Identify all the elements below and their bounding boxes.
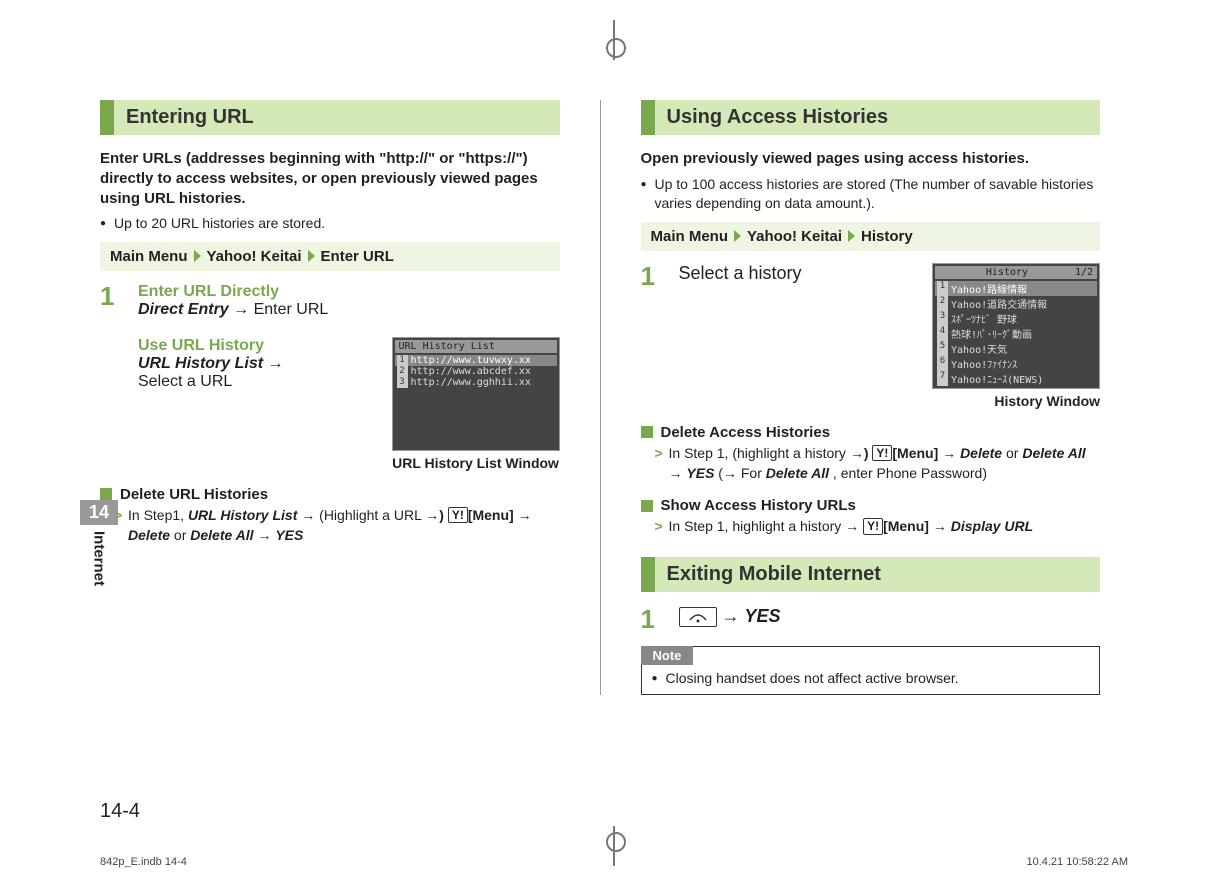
step-exit: 1 → YES [641, 606, 1101, 632]
print-footer: 842p_E.indb 14-4 10.4.21 10:58:22 AM [100, 856, 1128, 868]
arrow-icon [734, 230, 741, 242]
step-number: 1 [641, 263, 665, 410]
square-bullet-icon [641, 426, 653, 438]
column-separator [600, 100, 601, 695]
arrow-icon [308, 250, 315, 262]
substep-show-urls: In Step 1, highlight a history → Y![Menu… [641, 516, 1101, 536]
note-box: Note Closing handset does not affect act… [641, 646, 1101, 696]
phone-title: History [986, 267, 1028, 278]
step-number: 1 [641, 606, 665, 632]
phone-row: Yahoo!道路交通情報 [951, 296, 1047, 311]
section-heading-access-histories: Using Access Histories [641, 100, 1101, 135]
direct-entry-label: Direct Entry [138, 301, 229, 318]
phone-row: Yahoo!ﾌｧｲﾅﾝｽ [951, 356, 1017, 371]
phone-screenshot-history: History 1/2 1Yahoo!路線情報 2Yahoo!道路交通情報 3ｽ… [932, 263, 1100, 389]
arrow-icon [194, 250, 201, 262]
subsection-show-history-urls: Show Access History URLs [641, 497, 1101, 514]
note-bullet: Up to 20 URL histories are stored. [100, 214, 560, 234]
subhead-enter-directly: Enter URL Directly [138, 283, 560, 301]
subhead-use-history: Use URL History [138, 337, 382, 355]
subsection-delete-url-histories: Delete URL Histories [100, 486, 560, 503]
screenshot-caption: History Window [932, 393, 1100, 410]
note-label: Note [641, 646, 694, 665]
menu-path: Main Menu Yahoo! Keitai History [641, 222, 1101, 251]
phone-row: http://www.abcdef.xx [411, 366, 531, 377]
menu-path: Main Menu Yahoo! Keitai Enter URL [100, 242, 560, 271]
square-bullet-icon [100, 488, 112, 500]
phone-row: Yahoo!天気 [951, 341, 1007, 356]
square-bullet-icon [641, 500, 653, 512]
substep-delete-histories: In Step 1, (highlight a history →) Y![Me… [641, 443, 1101, 484]
menu-path-1: Yahoo! Keitai [207, 248, 302, 265]
menu-key-icon: Y! [448, 507, 468, 523]
phone-screenshot-url-history: URL History List 1http://www.tuvwxy.xx 2… [392, 337, 560, 451]
phone-title: URL History List [399, 341, 495, 352]
arrow-icon: → [233, 301, 249, 319]
menu-root: Main Menu [110, 248, 188, 265]
footer-left: 842p_E.indb 14-4 [100, 856, 187, 868]
intro-text: Open previously viewed pages using acces… [641, 149, 1101, 169]
phone-row: http://www.gghhii.xx [411, 377, 531, 388]
screenshot-caption: URL History List Window [392, 455, 560, 472]
step-number: 1 [100, 283, 124, 472]
enter-url-text: Enter URL [254, 301, 329, 318]
note-text: Closing handset does not affect active b… [652, 669, 1090, 689]
phone-row: ｽﾎﾟｰﾂﾅﾋﾞ 野球 [951, 311, 1017, 326]
substep-delete-url: In Step1, URL History List → (Highlight … [100, 505, 560, 546]
menu-key-icon: Y! [863, 518, 883, 534]
phone-page-indicator: 1/2 [1075, 267, 1093, 278]
menu-path-2: Enter URL [321, 248, 394, 265]
phone-row: http://www.tuvwxy.xx [411, 355, 531, 366]
end-call-key-icon [679, 607, 717, 627]
select-history-text: Select a history [679, 263, 923, 284]
footer-right: 10.4.21 10:58:22 AM [1026, 856, 1128, 868]
note-bullet: Up to 100 access histories are stored (T… [641, 175, 1101, 214]
arrow-icon: → [268, 355, 284, 373]
section-heading-entering-url: Entering URL [100, 100, 560, 135]
left-column: Entering URL Enter URLs (addresses begin… [100, 100, 560, 695]
right-column: Using Access Histories Open previously v… [641, 100, 1101, 695]
arrow-icon [848, 230, 855, 242]
select-url-text: Select a URL [138, 373, 382, 391]
page-number: 14-4 [100, 800, 140, 823]
subsection-delete-access-histories: Delete Access Histories [641, 424, 1101, 441]
step-1: 1 Select a history History 1/2 1Yahoo!路線… [641, 263, 1101, 410]
crop-mark-top [604, 20, 624, 60]
phone-row: Yahoo!ﾆｭｰｽ(NEWS) [951, 371, 1043, 386]
phone-row: Yahoo!路線情報 [951, 281, 1027, 296]
step-1: 1 Enter URL Directly Direct Entry → Ente… [100, 283, 560, 472]
url-history-list-label: URL History List [138, 355, 263, 372]
section-heading-exiting: Exiting Mobile Internet [641, 557, 1101, 592]
intro-text: Enter URLs (addresses beginning with "ht… [100, 149, 560, 208]
menu-key-icon: Y! [872, 445, 892, 461]
phone-row: 熱球!ﾊﾟ･ﾘｰｸﾞ動画 [951, 326, 1032, 341]
